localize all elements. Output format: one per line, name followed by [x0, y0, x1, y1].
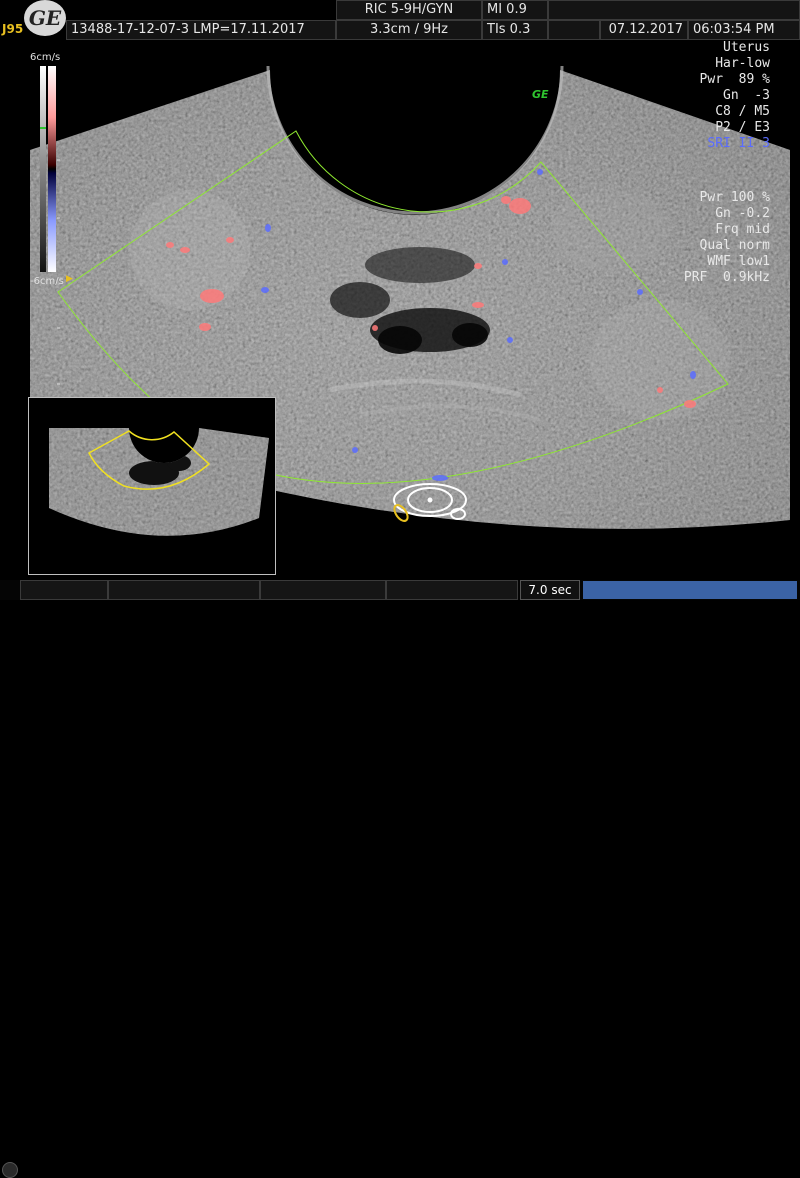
probe-label: RIC 5-9H/GYN — [336, 0, 482, 20]
color-param-5: PRF 0.9kHz — [683, 270, 770, 285]
color-param-0: Pwr 100 % — [699, 190, 770, 205]
sri-setting: SRI II 3 — [707, 136, 770, 151]
bmode-param-3: Gn -3 — [723, 88, 770, 103]
patient-info: 13488-17-12-07-3 LMP=17.11.2017 — [66, 20, 336, 40]
exam-date: 07.12.2017 — [600, 20, 688, 40]
tis-value: TIs 0.3 — [482, 20, 548, 40]
bmode-param-1: Har-low — [715, 56, 770, 71]
reference-thumbnail — [28, 397, 276, 575]
footer-segment-4 — [386, 580, 518, 600]
lmp-date: LMP=17.11.2017 — [193, 22, 305, 37]
cine-time: 7.0 sec — [520, 580, 580, 600]
probe-orientation-mark: GE — [532, 88, 549, 101]
cine-progress-bar[interactable] — [583, 581, 797, 599]
exam-time: 06:03:54 PM — [688, 20, 800, 40]
mi-value: MI 0.9 — [482, 0, 548, 20]
bmode-param-0: Uterus — [723, 40, 770, 55]
velocity-scale-min: -6cm/s — [30, 276, 64, 287]
bmode-param-2: Pwr 89 % — [699, 72, 770, 87]
color-velocity-bar — [40, 66, 56, 272]
velocity-scale-max: 6cm/s — [30, 52, 61, 63]
footer-segment-3 — [260, 580, 386, 600]
station-id: J95 — [2, 22, 24, 36]
color-param-2: Frq mid — [715, 222, 770, 237]
header-spacer — [548, 0, 800, 20]
thumbnail-image — [49, 428, 269, 536]
menu-circle-icon[interactable] — [2, 1162, 18, 1178]
color-param-1: Gn -0.2 — [715, 206, 770, 221]
baseline-marker-icon: ▶ — [66, 274, 73, 284]
header-bar: GE J95 RIC 5-9H/GYN MI 0.9 13488-17-12-0… — [0, 0, 800, 40]
footer-segment-2 — [108, 580, 260, 600]
color-param-4: WMF low1 — [707, 254, 770, 269]
patient-id: 13488-17-12-07-3 — [71, 22, 190, 37]
ge-logo: GE — [24, 0, 66, 36]
bmode-param-5: P2 / E3 — [715, 120, 770, 135]
bmode-param-4: C8 / M5 — [715, 104, 770, 119]
depth-frequency: 3.3cm / 9Hz — [336, 20, 482, 40]
header-blank — [548, 20, 600, 40]
footer-segment-1 — [20, 580, 108, 600]
color-param-3: Qual norm — [699, 238, 770, 253]
